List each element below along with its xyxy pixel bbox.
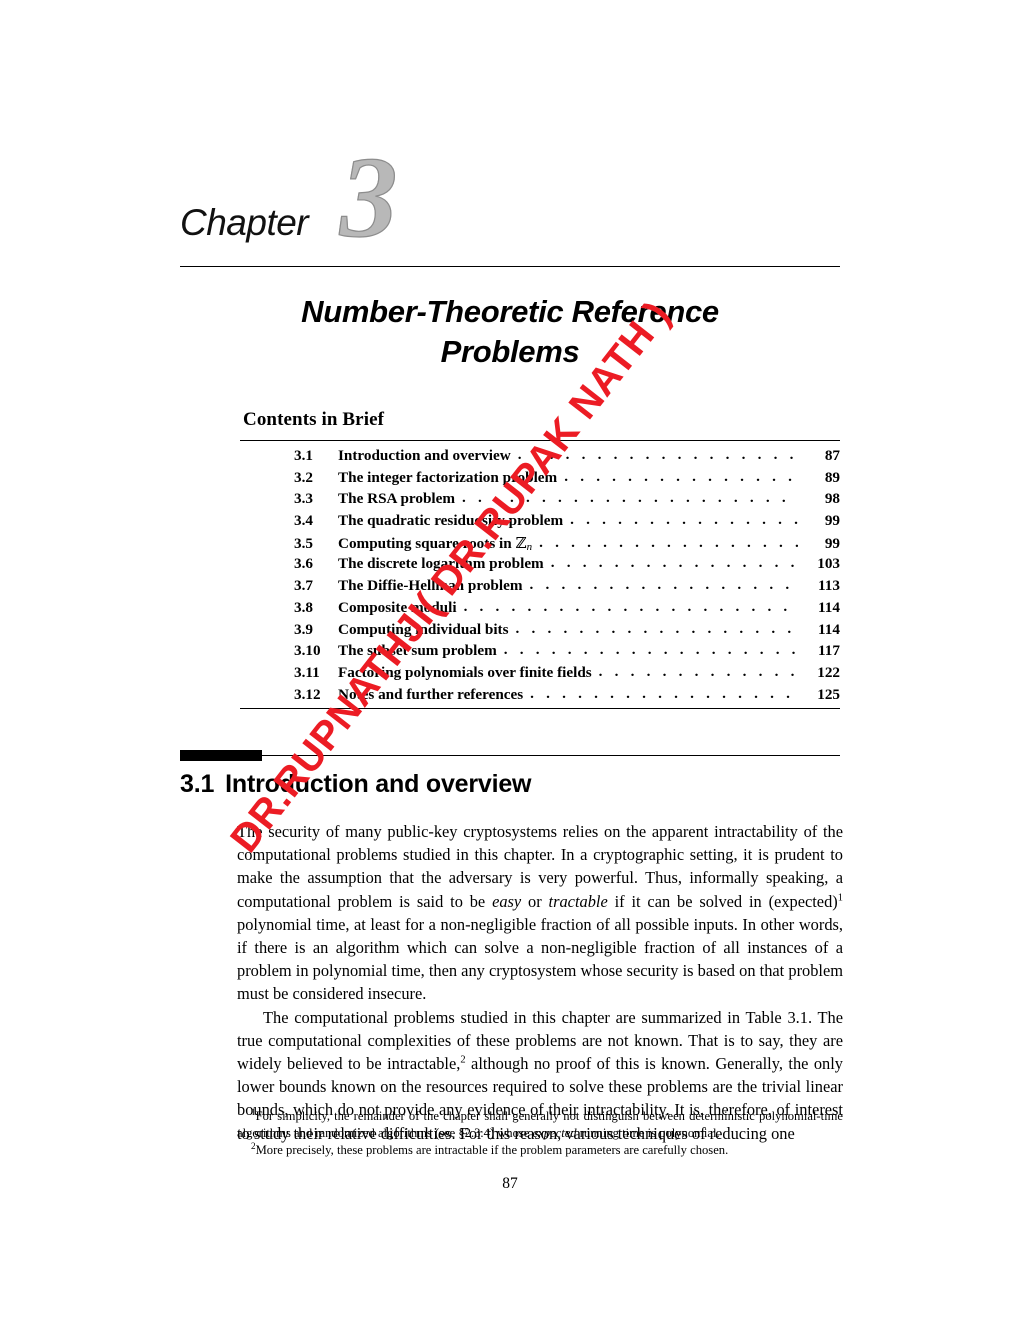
chapter-rule: [180, 266, 840, 267]
body-text: The security of many public-key cryptosy…: [237, 820, 843, 1145]
toc-row-page: 99: [824, 534, 840, 552]
toc-row-number: 3.5: [294, 534, 313, 552]
section-heading: 3.1 Introduction and overview: [180, 770, 532, 799]
toc-row-number: 3.2: [294, 468, 313, 486]
page-number: 87: [502, 1175, 518, 1192]
toc-row[interactable]: 3.2 The integer factorization problem . . …: [240, 467, 840, 491]
chapter-header: Chapter 3: [180, 139, 840, 266]
toc-row[interactable]: 3.5 Computing square roots in ℤn . . . . .…: [240, 534, 840, 556]
toc-row-page: 103: [817, 555, 840, 573]
toc-row[interactable]: 3.11 Factoring polynomials over finite fi…: [240, 662, 840, 686]
toc-row[interactable]: 3.12 Notes and further references . . . . …: [240, 684, 840, 708]
toc-row-page: 114: [818, 620, 840, 638]
toc-row-number: 3.8: [294, 598, 313, 616]
table-of-contents: 3.1 Introduction and overview . . . . . . …: [240, 446, 840, 708]
footnote-text-tail: running time is polynomial.: [576, 1126, 720, 1141]
toc-row[interactable]: 3.4 The quadratic residuosity problem . . …: [240, 511, 840, 534]
toc-row-label: The discrete logarithm problem: [338, 555, 544, 573]
toc-row-number: 3.7: [294, 577, 313, 595]
p1-emphasis-easy: easy: [492, 891, 522, 911]
toc-dot-leader: . . . . . . . . . . . . . . . . . . . . …: [570, 511, 798, 529]
toc-row[interactable]: 3.6 The discrete logarithm problem . . . .…: [240, 554, 840, 577]
toc-row-label: The subset sum problem: [338, 642, 497, 660]
toc-dot-leader: . . . . . . . . . . . . . . . . . . . . …: [530, 684, 798, 702]
footnote-emphasis: expected: [532, 1126, 577, 1141]
toc-row-page: 117: [818, 642, 840, 660]
toc-row-page: 89: [824, 468, 840, 486]
toc-row-page: 87: [824, 447, 840, 464]
toc-row-page: 98: [824, 490, 840, 508]
chapter-label: Chapter: [180, 202, 309, 243]
p1-part-4: polynomial time, at least for a non-negl…: [237, 914, 843, 1004]
toc-row[interactable]: 3.8 Composite moduli . . . . . . . . . . .…: [240, 597, 840, 621]
toc-row-page: 122: [817, 663, 840, 681]
contents-top-rule: [240, 440, 840, 441]
toc-row-label: Computing square roots in ℤn: [338, 533, 533, 553]
toc-row-label: Notes and further references: [338, 685, 524, 703]
toc-row-label: The Diffie-Hellman problem: [338, 577, 523, 595]
toc-row-label: Composite moduli: [338, 598, 457, 616]
toc-row[interactable]: 3.10 The subset sum problem . . . . . . . …: [240, 641, 840, 664]
toc-dot-leader: . . . . . . . . . . . . . . . . . . . . …: [550, 554, 798, 572]
toc-row[interactable]: 3.9 Computing individual bits . . . . . . …: [240, 619, 840, 643]
page-title-line-2: Problems: [440, 333, 580, 369]
document-page: Chapter 3 Number-Theoretic Reference Pro…: [0, 0, 1020, 1320]
toc-row-label: The RSA problem: [338, 490, 456, 508]
toc-row[interactable]: 3.3 The RSA problem . . . . . . . . . . . …: [240, 489, 840, 512]
toc-row-number: 3.12: [294, 685, 321, 703]
section-title: Introduction and overview: [225, 770, 532, 798]
toc-dot-leader: . . . . . . . . . . . . . . . . . . . . …: [529, 576, 798, 594]
footnote-text: More precisely, these problems are intra…: [255, 1143, 729, 1158]
toc-row-label: Computing individual bits: [338, 620, 509, 638]
p1-emphasis-tractable: tractable: [548, 891, 608, 911]
toc-row-label: The quadratic residuosity problem: [338, 512, 564, 530]
section-divider-block: [180, 750, 262, 761]
toc-row-number: 3.3: [294, 490, 313, 508]
toc-row-number: 3.6: [294, 555, 313, 573]
section-divider: [180, 750, 840, 762]
footnotes: 1For simplicity, the remainder of the ch…: [237, 1107, 843, 1160]
section-number: 3.1: [180, 770, 215, 798]
toc-row-page: 99: [824, 512, 840, 530]
page-title-line-1: Number-Theoretic Reference: [301, 294, 719, 329]
footnote: 1For simplicity, the remainder of the ch…: [237, 1107, 843, 1142]
toc-row-label: The integer factorization problem: [338, 468, 558, 486]
toc-row-number: 3.4: [294, 512, 313, 530]
toc-dot-leader: . . . . . . . . . . . . . . . . . . . . …: [503, 641, 798, 659]
contents-heading: Contents in Brief: [243, 409, 385, 430]
toc-row-label: Introduction and overview: [338, 447, 511, 464]
contents-bottom-rule: [240, 708, 840, 709]
toc-row-page: 114: [818, 598, 840, 616]
toc-row[interactable]: 3.1 Introduction and overview . . . . . . …: [240, 446, 840, 469]
toc-dot-leader: . . . . . . . . . . . . . . . . . . . . …: [564, 467, 798, 485]
footnote-ref-1: 1: [837, 892, 843, 904]
toc-dot-leader: . . . . . . . . . . . . . . . . . . . . …: [598, 662, 798, 680]
toc-dot-leader: . . . . . . . . . . . . . . . . . . . . …: [515, 619, 798, 637]
footnote: 2More precisely, these problems are intr…: [237, 1142, 843, 1159]
toc-dot-leader: . . . . . . . . . . . . . . . . . . . . …: [462, 489, 798, 507]
toc-row-number: 3.9: [294, 620, 313, 638]
toc-row-number: 3.10: [294, 642, 321, 660]
section-divider-line: [262, 754, 840, 756]
toc-row-label: Factoring polynomials over finite fields: [338, 663, 592, 681]
toc-row[interactable]: 3.7 The Diffie-Hellman problem . . . . . .…: [240, 576, 840, 599]
body-paragraph-1: The security of many public-key cryptosy…: [237, 820, 843, 1006]
p1-part-2: or: [521, 891, 549, 911]
toc-row-number: 3.1: [294, 447, 313, 464]
toc-row-page: 113: [818, 577, 840, 595]
page-title: Number-Theoretic Reference Problems: [180, 292, 840, 371]
chapter-number-glyph: 3: [339, 134, 398, 261]
toc-dot-leader: . . . . . . . . . . . . . . . . . . . . …: [517, 446, 798, 463]
p1-part-3: if it can be solved in (expected): [607, 891, 838, 911]
toc-row-page: 125: [817, 685, 840, 703]
toc-dot-leader: . . . . . . . . . . . . . . . . . . . . …: [539, 533, 798, 551]
toc-row-number: 3.11: [294, 663, 320, 681]
toc-dot-leader: . . . . . . . . . . . . . . . . . . . . …: [463, 597, 798, 615]
